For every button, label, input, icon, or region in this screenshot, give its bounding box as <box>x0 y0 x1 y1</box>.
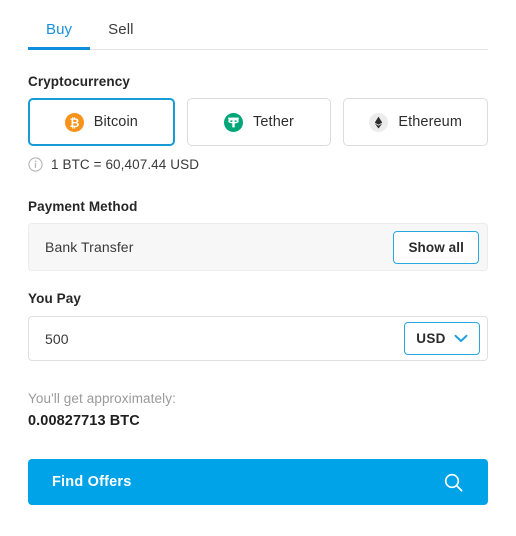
exchange-rate-text: 1 BTC = 60,407.44 USD <box>51 157 200 172</box>
crypto-option-bitcoin-label: Bitcoin <box>93 114 138 130</box>
crypto-option-tether-label: Tether <box>253 114 294 130</box>
chevron-down-icon <box>454 334 468 342</box>
currency-select[interactable]: USD <box>404 322 480 355</box>
exchange-rate: 1 BTC = 60,407.44 USD <box>28 157 199 172</box>
search-icon <box>444 473 463 491</box>
estimate-value: 0.00827713 BTC <box>28 413 140 429</box>
crypto-option-bitcoin[interactable]: ₿ Bitcoin <box>28 98 175 146</box>
payment-method-selected: Bank Transfer <box>45 239 134 255</box>
info-icon <box>28 157 43 172</box>
amount-input[interactable] <box>45 330 345 347</box>
currency-select-value: USD <box>416 331 446 346</box>
buy-crypto-widget: Buy Sell Cryptocurrency ₿ Bitcoin Tether <box>0 0 516 536</box>
cryptocurrency-label: Cryptocurrency <box>28 74 130 89</box>
find-offers-button[interactable]: Find Offers <box>28 459 488 505</box>
ethereum-icon <box>369 112 389 132</box>
show-all-button[interactable]: Show all <box>393 230 479 264</box>
you-pay-box: USD <box>28 316 488 361</box>
tab-bar: Buy Sell <box>28 12 488 50</box>
bitcoin-icon: ₿ <box>64 112 84 132</box>
crypto-option-tether[interactable]: Tether <box>186 98 332 146</box>
cryptocurrency-options: ₿ Bitcoin Tether Ethereum <box>28 98 489 146</box>
tether-icon <box>224 112 244 132</box>
payment-method-label: Payment Method <box>28 199 138 214</box>
tab-sell[interactable]: Sell <box>90 12 151 49</box>
payment-method-box[interactable]: Bank Transfer Show all <box>28 223 488 271</box>
svg-text:₿: ₿ <box>69 116 79 130</box>
you-pay-label: You Pay <box>28 291 81 306</box>
estimate-label: You'll get approximately: <box>28 391 176 406</box>
crypto-option-ethereum-label: Ethereum <box>398 114 463 130</box>
crypto-option-ethereum[interactable]: Ethereum <box>343 98 489 146</box>
find-offers-label: Find Offers <box>52 474 132 490</box>
tab-buy[interactable]: Buy <box>28 12 91 50</box>
